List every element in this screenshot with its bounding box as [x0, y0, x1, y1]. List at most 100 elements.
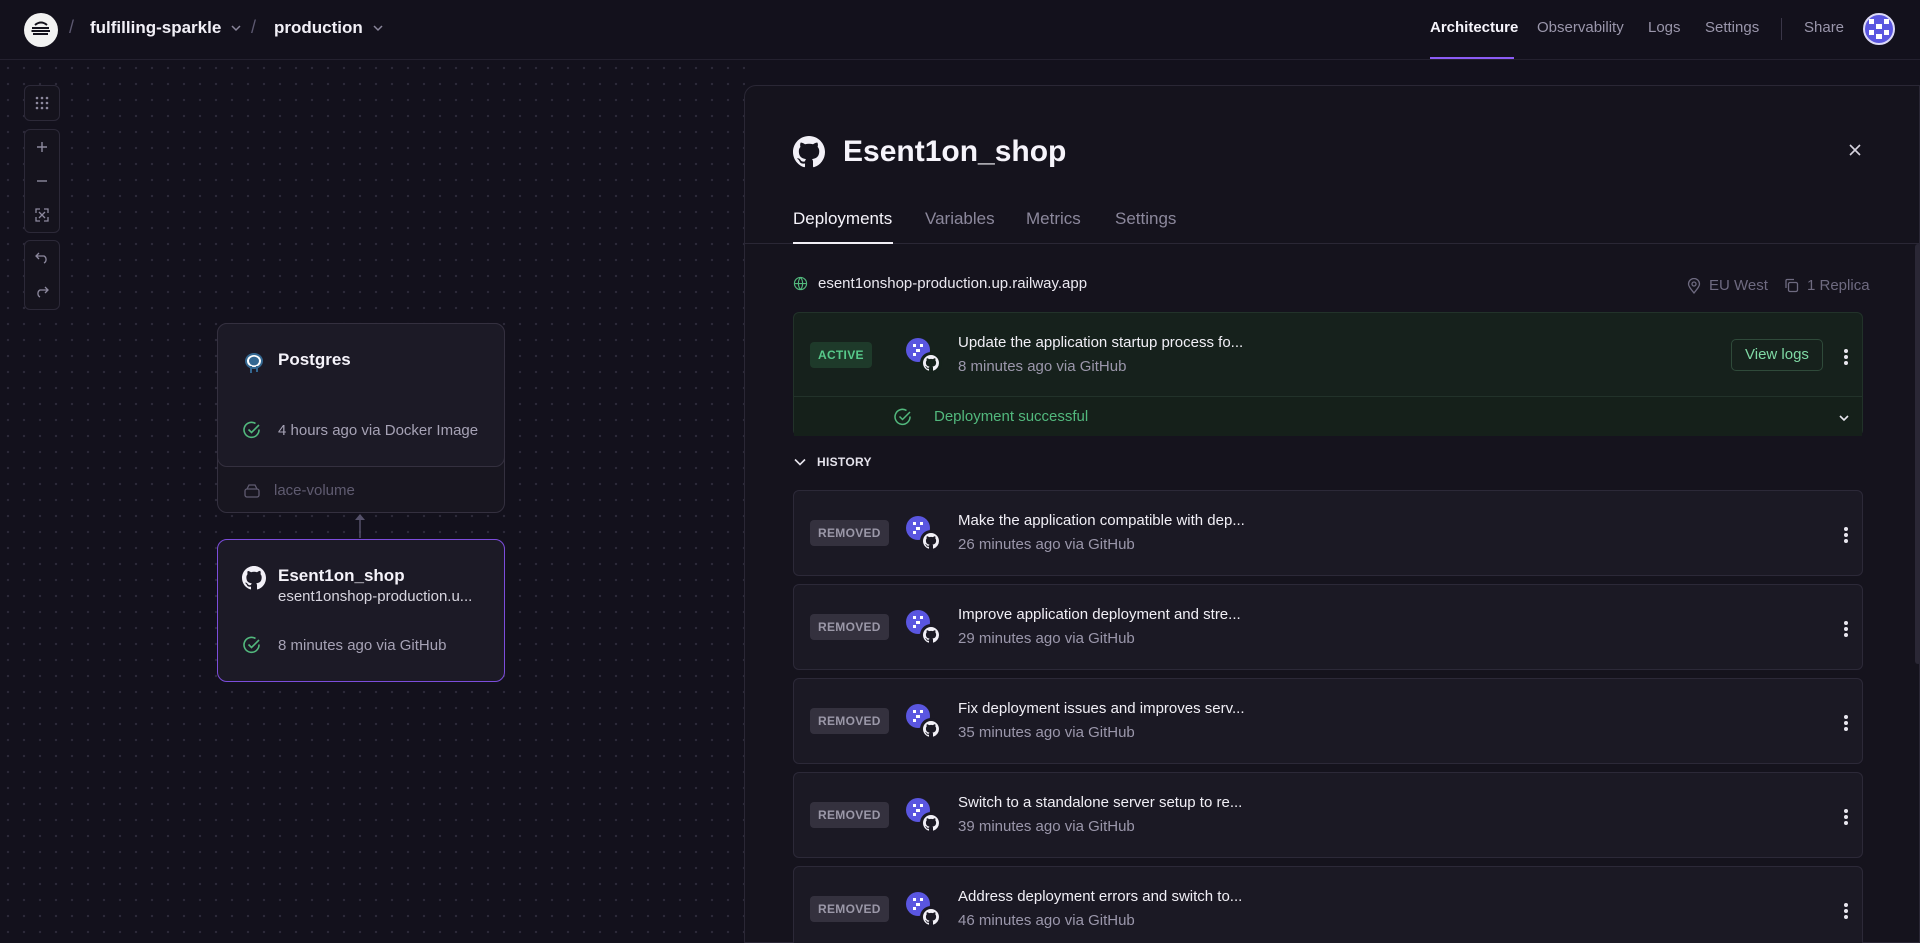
- service-domain[interactable]: esent1onshop-production.up.railway.app: [793, 275, 1087, 292]
- breadcrumb-separator: /: [251, 17, 257, 37]
- commit-author-avatar: [905, 609, 943, 647]
- breadcrumb-separator: /: [69, 17, 75, 37]
- service-name: Postgres: [278, 350, 351, 369]
- tab-variables[interactable]: Variables: [925, 209, 995, 229]
- postgres-service-card[interactable]: Postgres 4 hours ago via Docker Image: [217, 323, 505, 467]
- more-options-icon[interactable]: [1844, 347, 1850, 367]
- deploy-status: 8 minutes ago via GitHub: [278, 637, 447, 654]
- commit-author-avatar: [905, 337, 943, 375]
- close-icon[interactable]: [1845, 140, 1865, 160]
- project-selector[interactable]: fulfilling-sparkle: [90, 18, 243, 38]
- history-deployment-row[interactable]: REMOVED Address deployment errors and sw…: [793, 866, 1863, 943]
- deploy-meta: 46 minutes ago via GitHub: [958, 912, 1135, 929]
- history-label: HISTORY: [817, 455, 872, 469]
- history-deployment-row[interactable]: REMOVED Make the application compatible …: [793, 490, 1863, 576]
- chevron-down-icon: [231, 25, 241, 32]
- share-button[interactable]: Share: [1804, 19, 1844, 36]
- user-avatar[interactable]: [1863, 13, 1895, 45]
- canvas-toolbar-history: [24, 240, 60, 310]
- nav-logs[interactable]: Logs: [1648, 19, 1681, 36]
- deploy-meta: 35 minutes ago via GitHub: [958, 724, 1135, 741]
- github-icon: [793, 136, 825, 173]
- zoom-out-icon[interactable]: [25, 164, 59, 198]
- service-details-panel: Esent1on_shop Deployments Variables Metr…: [744, 85, 1920, 943]
- history-deployment-row[interactable]: REMOVED Switch to a standalone server se…: [793, 772, 1863, 858]
- commit-message: Update the application startup process f…: [958, 334, 1244, 351]
- undo-icon[interactable]: [25, 241, 59, 275]
- environment-name: production: [274, 18, 363, 37]
- deployment-status-row[interactable]: Deployment successful: [794, 396, 1862, 436]
- more-options-icon[interactable]: [1844, 901, 1850, 921]
- region-info: EU West: [1687, 277, 1768, 294]
- github-icon: [242, 566, 266, 595]
- tabs-divider: [745, 243, 1920, 244]
- panel-scrollbar[interactable]: [1915, 244, 1920, 664]
- status-badge: REMOVED: [810, 520, 889, 546]
- hard-drive-icon: [244, 483, 260, 498]
- active-deployment-card[interactable]: ACTIVE Update the application startup pr…: [793, 312, 1863, 436]
- deploy-meta: 8 minutes ago via GitHub: [958, 358, 1127, 375]
- esent1on-shop-service-card[interactable]: Esent1on_shop esent1onshop-production.u.…: [217, 539, 505, 682]
- volume-row[interactable]: lace-volume: [244, 482, 355, 499]
- domain-url: esent1onshop-production.up.railway.app: [818, 275, 1088, 292]
- history-deployment-row[interactable]: REMOVED Improve application deployment a…: [793, 584, 1863, 670]
- status-badge: REMOVED: [810, 802, 889, 828]
- commit-message: Improve application deployment and stre.…: [958, 606, 1241, 623]
- check-circle-icon: [243, 636, 261, 659]
- tab-settings[interactable]: Settings: [1115, 209, 1176, 229]
- map-pin-icon: [1687, 277, 1701, 294]
- copy-icon: [1785, 278, 1799, 293]
- zoom-in-icon[interactable]: [25, 130, 59, 164]
- chevron-down-icon[interactable]: [1837, 411, 1851, 425]
- railway-logo-icon[interactable]: [24, 13, 58, 47]
- commit-author-avatar: [905, 891, 943, 929]
- commit-message: Make the application compatible with dep…: [958, 512, 1245, 529]
- active-nav-indicator: [1430, 57, 1514, 59]
- commit-author-avatar: [905, 515, 943, 553]
- fit-view-icon[interactable]: [25, 198, 59, 232]
- postgres-elephant-icon: [242, 351, 266, 380]
- status-badge: ACTIVE: [810, 342, 872, 368]
- nav-architecture[interactable]: Architecture: [1430, 19, 1518, 36]
- history-toggle[interactable]: HISTORY: [793, 455, 872, 469]
- more-options-icon[interactable]: [1844, 619, 1850, 639]
- volume-name: lace-volume: [274, 482, 355, 499]
- active-tab-indicator: [793, 242, 893, 244]
- redo-icon[interactable]: [25, 275, 59, 309]
- deploy-meta: 26 minutes ago via GitHub: [958, 536, 1135, 553]
- canvas-toolbar-zoom: [24, 129, 60, 233]
- nav-divider: [1781, 18, 1782, 40]
- check-circle-icon: [894, 408, 911, 426]
- more-options-icon[interactable]: [1844, 713, 1850, 733]
- deploy-status: 4 hours ago via Docker Image: [278, 422, 479, 439]
- status-badge: REMOVED: [810, 708, 889, 734]
- chevron-down-icon: [794, 458, 806, 466]
- nav-observability[interactable]: Observability: [1537, 19, 1624, 36]
- replica-info: 1 Replica: [1784, 277, 1870, 294]
- more-options-icon[interactable]: [1844, 807, 1850, 827]
- view-logs-button[interactable]: View logs: [1731, 339, 1823, 371]
- commit-author-avatar: [905, 797, 943, 835]
- architecture-canvas[interactable]: lace-volume Postgres 4 hours ago via Doc…: [0, 60, 745, 943]
- canvas-toolbar-grid: [24, 85, 60, 121]
- environment-selector[interactable]: production: [274, 18, 385, 38]
- commit-message: Switch to a standalone server setup to r…: [958, 794, 1243, 811]
- more-options-icon[interactable]: [1844, 525, 1850, 545]
- chevron-down-icon: [373, 25, 383, 32]
- deploy-meta: 29 minutes ago via GitHub: [958, 630, 1135, 647]
- top-bar: / fulfilling-sparkle / production Archit…: [0, 0, 1920, 60]
- grid-icon[interactable]: [25, 86, 59, 120]
- commit-author-avatar: [905, 703, 943, 741]
- deploy-meta: 39 minutes ago via GitHub: [958, 818, 1135, 835]
- service-name: Esent1on_shop: [278, 566, 405, 585]
- commit-message: Fix deployment issues and improves serv.…: [958, 700, 1245, 717]
- status-badge: REMOVED: [810, 896, 889, 922]
- service-url[interactable]: esent1onshop-production.u...: [278, 588, 472, 605]
- tab-metrics[interactable]: Metrics: [1026, 209, 1081, 229]
- history-deployment-row[interactable]: REMOVED Fix deployment issues and improv…: [793, 678, 1863, 764]
- tab-deployments[interactable]: Deployments: [793, 209, 892, 229]
- nav-settings[interactable]: Settings: [1705, 19, 1759, 36]
- deployment-status-text: Deployment successful: [934, 408, 1089, 425]
- check-circle-icon: [243, 421, 261, 444]
- status-badge: REMOVED: [810, 614, 889, 640]
